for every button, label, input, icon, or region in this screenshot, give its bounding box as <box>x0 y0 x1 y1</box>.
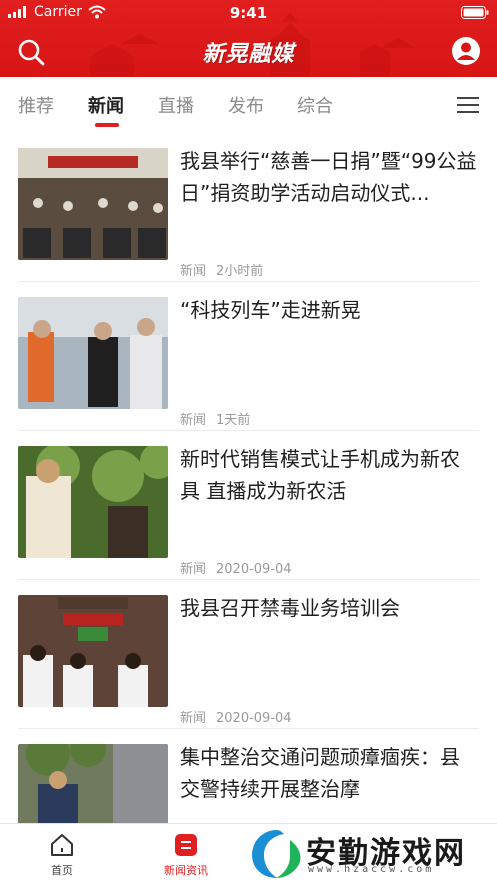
watermark-url: www.hzaccw.com <box>308 864 435 875</box>
news-icon <box>175 834 197 856</box>
news-meta: 新闻 2020-09-04 <box>180 558 292 577</box>
nav-news[interactable]: 新闻资讯 <box>146 832 226 878</box>
category-tabs: 推荐 新闻 直播 发布 综合 <box>0 77 497 133</box>
news-time: 2小时前 <box>216 264 264 279</box>
tab-news[interactable]: 新闻 <box>88 92 124 118</box>
news-category: 新闻 <box>180 562 207 577</box>
list-item[interactable]: 我县举行“慈善一日捐”暨“99公益日”捐资助学活动启动仪式... 新闻 2小时前 <box>0 133 497 282</box>
tab-recommend[interactable]: 推荐 <box>18 92 54 118</box>
menu-icon[interactable] <box>457 96 479 114</box>
news-title: “科技列车”走进新晃 <box>180 298 361 322</box>
battery-icon <box>461 6 489 19</box>
tab-publish[interactable]: 发布 <box>228 92 264 118</box>
list-item[interactable]: 我县召开禁毒业务培训会 新闻 2020-09-04 <box>0 580 497 729</box>
news-meta: 新闻 1天前 <box>180 409 250 428</box>
watermark: 安勤游戏网 www.hzaccw.com <box>250 826 497 883</box>
news-category: 新闻 <box>180 711 207 726</box>
clock: 9:41 <box>229 4 268 22</box>
nav-home-label: 首页 <box>51 864 73 877</box>
news-meta: 新闻 2小时前 <box>180 260 263 279</box>
app-header: Carrier 9:41 新晃融媒 <box>0 0 497 77</box>
news-title: 我县召开禁毒业务培训会 <box>180 596 400 620</box>
news-category: 新闻 <box>180 413 207 428</box>
news-thumbnail <box>18 297 168 409</box>
news-thumbnail <box>18 148 168 260</box>
nav-news-label: 新闻资讯 <box>164 864 208 877</box>
news-thumbnail <box>18 595 168 707</box>
news-time: 2020-09-04 <box>216 562 292 577</box>
watermark-logo-icon <box>252 830 301 878</box>
tab-general[interactable]: 综合 <box>297 92 333 118</box>
home-icon <box>51 834 73 856</box>
app-title: 新晃融媒 <box>202 42 295 67</box>
news-thumbnail <box>18 446 168 558</box>
news-meta: 新闻 2020-09-04 <box>180 707 292 726</box>
news-time: 2020-09-04 <box>216 711 292 726</box>
list-item[interactable]: 新时代销售模式让手机成为新农具 直播成为新农活 新闻 2020-09-04 <box>0 431 497 580</box>
user-icon[interactable] <box>451 36 481 66</box>
nav-home[interactable]: 首页 <box>22 832 102 878</box>
news-time: 1天前 <box>216 413 251 428</box>
news-title: 新时代销售模式让手机成为新农具 直播成为新农活 <box>180 447 460 503</box>
list-item[interactable]: “科技列车”走进新晃 新闻 1天前 <box>0 282 497 431</box>
news-title: 集中整治交通问题顽瘴痼疾：县交警持续开展整治摩 <box>180 745 460 801</box>
status-bar: Carrier 9:41 <box>0 0 497 26</box>
news-category: 新闻 <box>180 264 207 279</box>
tab-live[interactable]: 直播 <box>158 92 194 118</box>
active-tab-indicator <box>95 123 119 127</box>
news-title: 我县举行“慈善一日捐”暨“99公益日”捐资助学活动启动仪式... <box>180 149 477 205</box>
